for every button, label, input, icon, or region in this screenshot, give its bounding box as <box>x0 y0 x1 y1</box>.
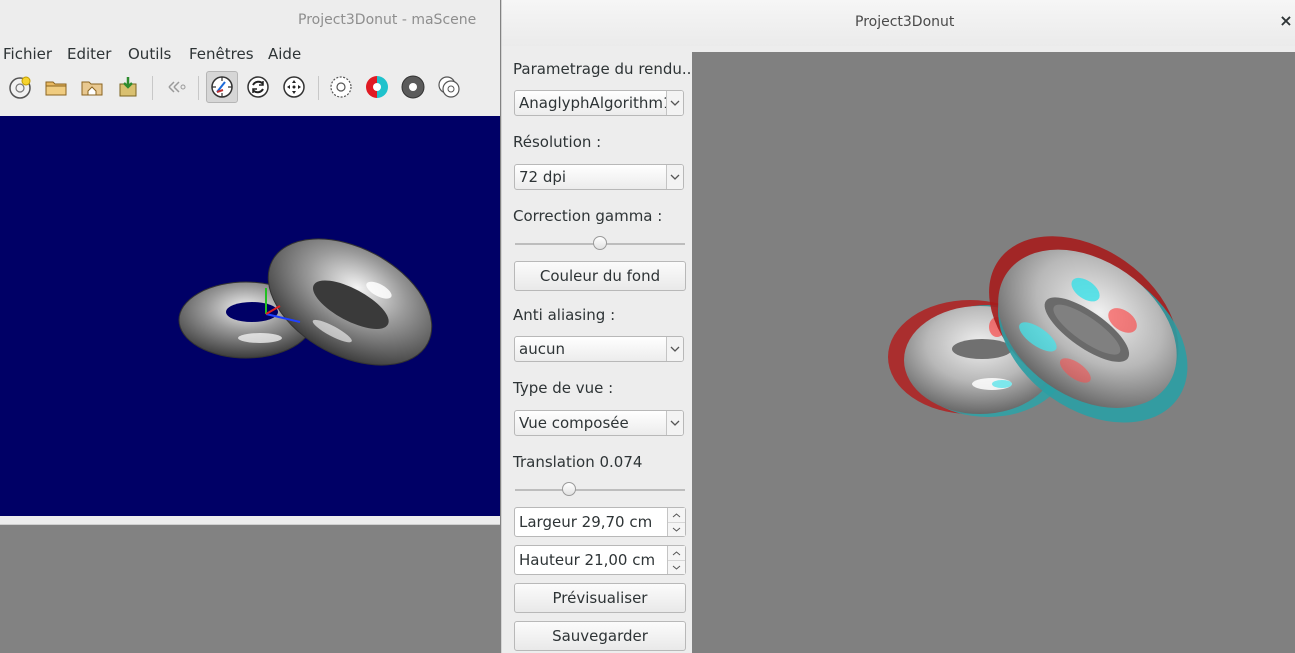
chevron-down-icon[interactable] <box>668 522 685 536</box>
view-type-label: Type de vue : <box>513 379 614 397</box>
chevron-down-icon <box>666 411 683 435</box>
view-type-select[interactable]: Vue composée <box>514 410 684 436</box>
view-type-value: Vue composée <box>519 414 629 432</box>
anaglyph-icon[interactable] <box>362 72 392 102</box>
save-button[interactable]: Sauvegarder <box>514 621 686 651</box>
chevron-down-icon <box>666 337 683 361</box>
3d-scene <box>178 238 433 366</box>
preview-button[interactable]: Prévisualiser <box>514 583 686 613</box>
toolbar <box>0 71 500 104</box>
background-color-button[interactable]: Couleur du fond <box>514 261 686 291</box>
antialiasing-value: aucun <box>519 340 565 358</box>
camera-control-icon[interactable] <box>206 71 238 103</box>
resolution-select[interactable]: 72 dpi <box>514 164 684 190</box>
chevron-down-icon <box>666 165 683 189</box>
menu-editer[interactable]: Editer <box>67 45 111 63</box>
render-multi-icon[interactable] <box>434 72 464 102</box>
open-folder-icon[interactable] <box>41 72 71 102</box>
height-value: Hauteur 21,00 cm <box>519 551 656 569</box>
gamma-slider[interactable] <box>515 234 685 254</box>
main-window: Project3Donut - maScene Fichier Editer O… <box>0 0 500 525</box>
width-spinner-buttons <box>667 508 685 536</box>
toolbar-separator <box>152 76 153 100</box>
menu-aide[interactable]: Aide <box>268 45 301 63</box>
render-dialog: Project3Donut × Parametrage du rendu... … <box>501 0 1295 653</box>
dialog-titlebar: Project3Donut × <box>502 0 1295 46</box>
translation-slider-thumb[interactable] <box>562 482 576 496</box>
move-icon[interactable] <box>279 72 309 102</box>
anaglyph-render <box>888 236 1188 423</box>
undo-icon[interactable] <box>160 72 190 102</box>
resolution-label: Résolution : <box>513 133 602 151</box>
close-button[interactable]: × <box>1278 11 1294 31</box>
antialiasing-label: Anti aliasing : <box>513 306 616 324</box>
width-spinner[interactable]: Largeur 29,70 cm <box>514 507 686 537</box>
resolution-value: 72 dpi <box>519 168 567 186</box>
chevron-down-icon <box>666 91 683 115</box>
render-wire-icon[interactable] <box>326 72 356 102</box>
new-scene-icon[interactable] <box>5 72 35 102</box>
gamma-slider-thumb[interactable] <box>593 236 607 250</box>
gamma-label: Correction gamma : <box>513 207 663 225</box>
chevron-up-icon[interactable] <box>668 546 685 561</box>
render-preview <box>692 52 1295 653</box>
toolbar-separator <box>318 76 319 100</box>
3d-viewport[interactable] <box>0 116 500 516</box>
toolbar-separator <box>198 76 199 100</box>
width-value: Largeur 29,70 cm <box>519 513 653 531</box>
antialiasing-select[interactable]: aucun <box>514 336 684 362</box>
algorithm-value: AnaglyphAlgorithm1 <box>519 94 673 112</box>
main-titlebar: Project3Donut - maScene <box>0 4 500 36</box>
render-settings-panel: Parametrage du rendu... AnaglyphAlgorith… <box>502 52 696 653</box>
dialog-title: Project3Donut <box>855 14 955 30</box>
translation-slider-track <box>515 489 685 491</box>
main-window-title: Project3Donut - maScene <box>298 12 477 28</box>
height-spinner-buttons <box>667 546 685 574</box>
chevron-down-icon[interactable] <box>668 560 685 574</box>
height-spinner[interactable]: Hauteur 21,00 cm <box>514 545 686 575</box>
render-settings-label: Parametrage du rendu... <box>513 60 697 78</box>
algorithm-select[interactable]: AnaglyphAlgorithm1 <box>514 90 684 116</box>
menu-outils[interactable]: Outils <box>128 45 171 63</box>
translation-label: Translation 0.074 <box>513 453 643 471</box>
torus-right <box>267 238 433 366</box>
open-project-icon[interactable] <box>77 72 107 102</box>
menubar: Fichier Editer Outils Fenêtres Aide <box>0 40 500 66</box>
menu-fichier[interactable]: Fichier <box>3 45 52 63</box>
chevron-up-icon[interactable] <box>668 508 685 523</box>
save-icon[interactable] <box>113 72 143 102</box>
rotate-icon[interactable] <box>243 72 273 102</box>
translation-slider[interactable] <box>515 480 685 500</box>
menu-fenetres[interactable]: Fenêtres <box>189 45 254 63</box>
render-solid-icon[interactable] <box>398 72 428 102</box>
